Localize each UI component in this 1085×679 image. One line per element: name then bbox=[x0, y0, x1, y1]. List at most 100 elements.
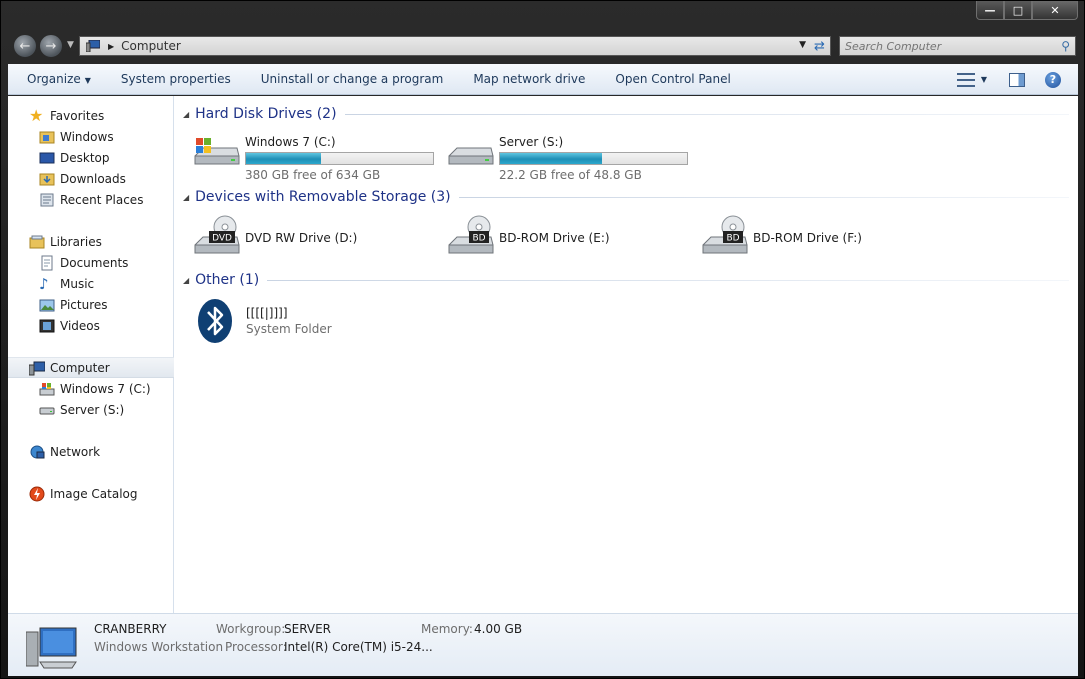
minimize-button[interactable]: — bbox=[976, 1, 1004, 20]
collapse-triangle-icon[interactable]: ◢ bbox=[183, 110, 189, 119]
refresh-button[interactable]: ⇄ bbox=[809, 36, 831, 56]
computer-icon bbox=[29, 361, 45, 375]
group-header-hard-disks[interactable]: ◢ Hard Disk Drives (2) bbox=[183, 106, 1069, 122]
search-icon[interactable]: ⚲ bbox=[1061, 39, 1070, 53]
documents-icon bbox=[41, 255, 53, 270]
drive-free-space: 22.2 GB free of 48.8 GB bbox=[499, 168, 642, 182]
desktop-icon bbox=[39, 152, 55, 163]
nav-music[interactable]: ♪ Music bbox=[8, 273, 174, 294]
organize-button[interactable]: Organize ▼ bbox=[8, 72, 106, 86]
drive-usage-fill bbox=[246, 153, 321, 164]
nav-network[interactable]: Network bbox=[8, 441, 174, 462]
organize-label: Organize bbox=[27, 72, 81, 86]
nav-favorites[interactable]: ★ Favorites bbox=[8, 105, 174, 126]
collapse-triangle-icon[interactable]: ◢ bbox=[183, 193, 189, 202]
nav-label: Pictures bbox=[60, 297, 108, 312]
back-button[interactable]: ← bbox=[13, 34, 37, 58]
group-title: Hard Disk Drives (2) bbox=[195, 106, 337, 122]
bluetooth-folder-tile[interactable]: [[[[|]]]] System Folder bbox=[196, 297, 332, 345]
folder-info: [[[[|]]]] System Folder bbox=[246, 297, 332, 345]
bluetooth-icon bbox=[198, 299, 232, 343]
music-note-icon: ♪ bbox=[39, 274, 49, 293]
breadcrumb-arrow-icon[interactable]: ▶ bbox=[108, 42, 114, 51]
nav-windows[interactable]: Windows bbox=[8, 126, 174, 147]
libraries-icon bbox=[29, 235, 45, 248]
address-row: ← → ▼ ▶ Computer ▼ ⇄ ⚲ bbox=[9, 34, 1078, 58]
recent-pages-dropdown[interactable]: ▼ bbox=[67, 40, 74, 50]
group-header-removable[interactable]: ◢ Devices with Removable Storage (3) bbox=[183, 189, 1069, 205]
nav-documents[interactable]: Documents bbox=[8, 252, 174, 273]
nav-label: Recent Places bbox=[60, 192, 144, 207]
group-header-other[interactable]: ◢ Other (1) bbox=[183, 272, 1069, 288]
computer-icon bbox=[26, 627, 77, 669]
processor-label: Processor: bbox=[225, 640, 287, 654]
device-name: BD-ROM Drive (E:) bbox=[499, 231, 610, 245]
device-tile-f[interactable]: BD BD-ROM Drive (F:) bbox=[699, 215, 862, 261]
forward-button[interactable]: → bbox=[39, 34, 63, 58]
drive-info: Windows 7 (C:) 380 GB free of 634 GB bbox=[245, 132, 434, 182]
command-bar: Organize ▼ System properties Uninstall or… bbox=[8, 64, 1078, 95]
help-icon[interactable]: ? bbox=[1045, 71, 1061, 88]
search-input[interactable] bbox=[845, 39, 1045, 53]
nav-pictures[interactable]: Pictures bbox=[8, 294, 174, 315]
recent-places-icon bbox=[40, 193, 54, 206]
nav-label: Windows bbox=[60, 129, 114, 144]
maximize-button[interactable]: □ bbox=[1004, 1, 1032, 20]
uninstall-program-button[interactable]: Uninstall or change a program bbox=[246, 72, 459, 86]
computer-description: Windows Workstation bbox=[94, 640, 224, 654]
drive-name: Server (S:) bbox=[499, 135, 564, 149]
group-title: Devices with Removable Storage (3) bbox=[195, 189, 451, 205]
group-divider bbox=[344, 113, 1069, 115]
nav-desktop[interactable]: Desktop bbox=[8, 147, 174, 168]
computer-icon bbox=[86, 40, 100, 52]
search-box[interactable]: ⚲ bbox=[839, 36, 1076, 56]
device-badge: BD bbox=[472, 234, 485, 244]
device-name: DVD RW Drive (D:) bbox=[245, 231, 358, 245]
group-divider bbox=[267, 279, 1069, 281]
drive-tile-s[interactable]: Server (S:) 22.2 GB free of 48.8 GB bbox=[445, 132, 688, 182]
system-properties-button[interactable]: System properties bbox=[106, 72, 246, 86]
nav-image-catalog[interactable]: Image Catalog bbox=[8, 483, 174, 504]
preview-pane-icon[interactable] bbox=[1009, 72, 1025, 87]
nav-downloads[interactable]: Downloads bbox=[8, 168, 174, 189]
navigation-pane: ★ Favorites Windows Desktop Downloads Re… bbox=[8, 96, 174, 613]
nav-drive-s[interactable]: Server (S:) bbox=[8, 399, 174, 420]
close-button[interactable]: ✕ bbox=[1032, 1, 1078, 20]
explorer-window: — □ ✕ ← → ▼ ▶ Computer ▼ ⇄ ⚲ Organize▼ S… bbox=[0, 0, 1085, 679]
folder-name: [[[[|]]]] bbox=[246, 306, 288, 320]
memory-value: 4.00 GB bbox=[474, 622, 523, 636]
map-network-drive-button[interactable]: Map network drive bbox=[458, 72, 600, 86]
computer-name: CRANBERRY bbox=[94, 622, 167, 636]
nav-computer[interactable]: Computer bbox=[8, 357, 174, 378]
address-bar[interactable]: ▶ Computer ▼ bbox=[79, 36, 811, 56]
nav-libraries[interactable]: Libraries bbox=[8, 231, 174, 252]
address-dropdown-icon[interactable]: ▼ bbox=[799, 40, 806, 50]
nav-recent-places[interactable]: Recent Places bbox=[8, 189, 174, 210]
nav-label: Music bbox=[60, 276, 95, 291]
folder-icon bbox=[39, 131, 55, 143]
device-name: BD-ROM Drive (F:) bbox=[753, 231, 862, 245]
breadcrumb-computer[interactable]: Computer bbox=[121, 39, 181, 53]
view-options-dropdown-icon[interactable]: ▼ bbox=[981, 75, 987, 84]
nav-videos[interactable]: Videos bbox=[8, 315, 174, 336]
details-pane: CRANBERRY Windows Workstation Workgroup:… bbox=[8, 613, 1078, 676]
collapse-triangle-icon[interactable]: ◢ bbox=[183, 276, 189, 285]
refresh-icon: ⇄ bbox=[814, 38, 825, 54]
drive-name: Windows 7 (C:) bbox=[245, 135, 336, 149]
videos-icon bbox=[39, 319, 55, 332]
change-view-icon[interactable] bbox=[956, 72, 975, 87]
drive-usage-fill bbox=[500, 153, 602, 164]
device-badge: BD bbox=[726, 234, 739, 244]
workgroup-value: SERVER bbox=[284, 622, 332, 636]
processor-value: Intel(R) Core(TM) i5-24... bbox=[284, 640, 433, 654]
star-icon: ★ bbox=[29, 105, 44, 125]
drive-usage-bar bbox=[499, 152, 688, 165]
network-icon bbox=[30, 445, 45, 458]
open-control-panel-button[interactable]: Open Control Panel bbox=[600, 72, 745, 86]
drive-tile-c[interactable]: Windows 7 (C:) 380 GB free of 634 GB bbox=[191, 132, 434, 182]
nav-drive-c[interactable]: Windows 7 (C:) bbox=[8, 378, 174, 399]
chevron-down-icon: ▼ bbox=[84, 76, 91, 85]
device-tile-d[interactable]: DVD DVD RW Drive (D:) bbox=[191, 215, 357, 261]
nav-label: Libraries bbox=[50, 234, 102, 249]
device-tile-e[interactable]: BD BD-ROM Drive (E:) bbox=[445, 215, 610, 261]
